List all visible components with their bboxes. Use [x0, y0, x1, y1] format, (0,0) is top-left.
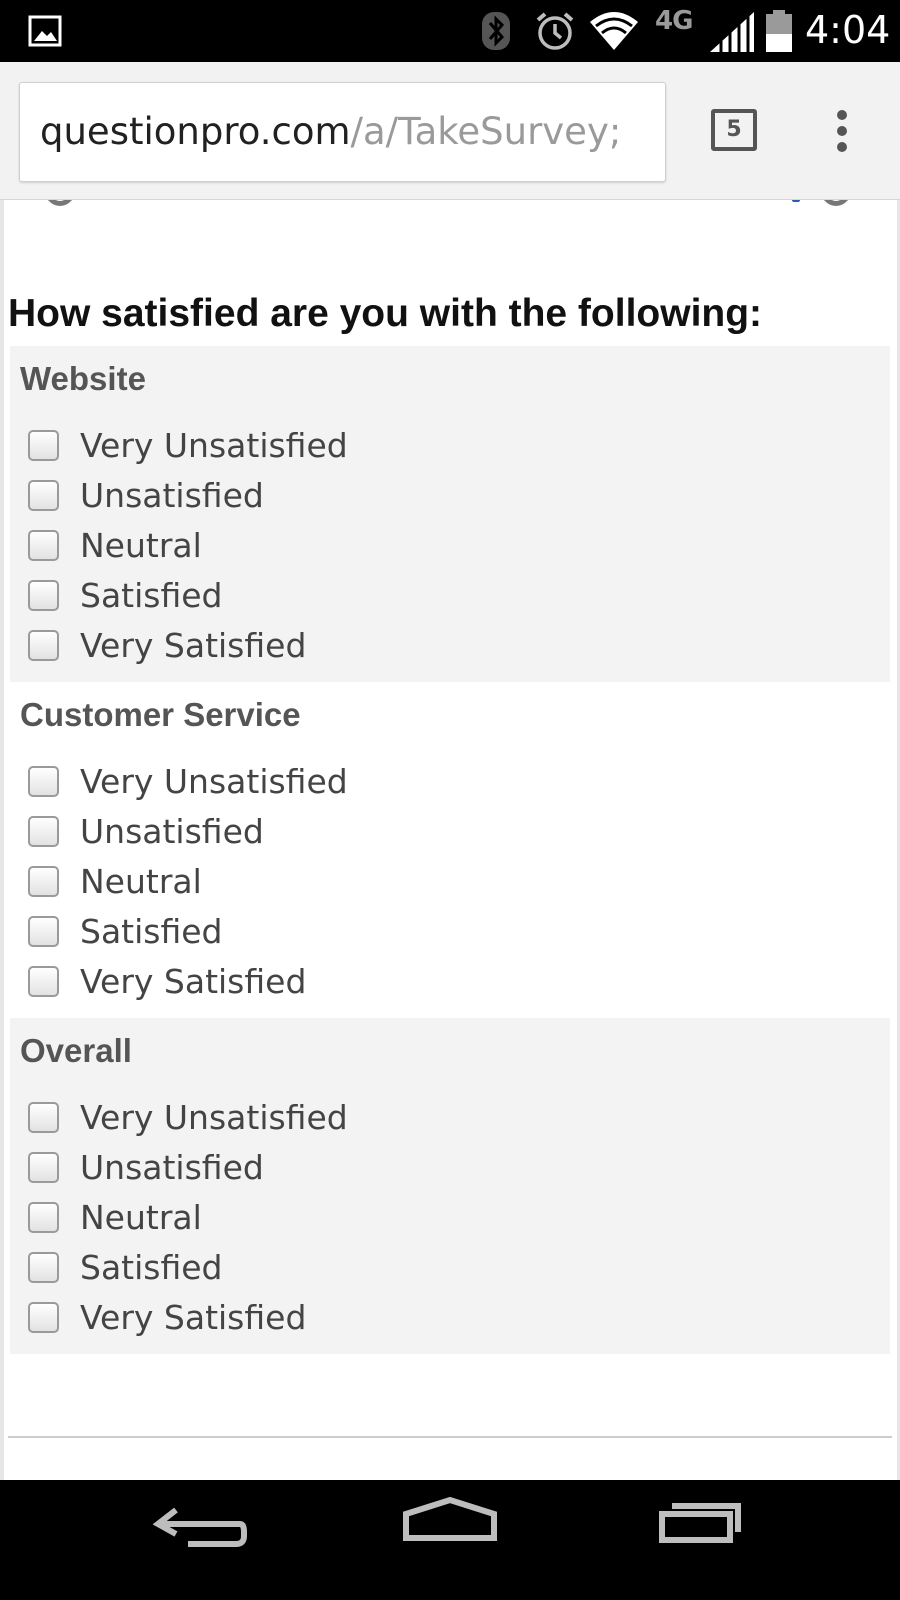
checkbox[interactable] [28, 916, 59, 947]
checkbox[interactable] [28, 1152, 59, 1183]
option-label[interactable]: Neutral [80, 1196, 202, 1240]
option-very-satisfied[interactable]: Very Satisfied [28, 1296, 528, 1340]
checkbox[interactable] [28, 630, 59, 661]
signal-icon [710, 12, 754, 52]
link-fragment [792, 200, 800, 202]
checkbox[interactable] [28, 1302, 59, 1333]
option-label[interactable]: Unsatisfied [80, 474, 264, 518]
alarm-icon [536, 12, 574, 50]
page-left-edge [0, 200, 4, 1480]
option-label[interactable]: Unsatisfied [80, 810, 264, 854]
url-domain: questionpro.com [40, 110, 351, 153]
url-text: questionpro.com/a/TakeSurvey; [40, 109, 621, 155]
wifi-icon [590, 12, 638, 50]
group-label: Website [20, 360, 146, 397]
checkbox[interactable] [28, 966, 59, 997]
browser-toolbar: questionpro.com/a/TakeSurvey; 5 [0, 62, 900, 200]
recents-button[interactable] [620, 1480, 780, 1600]
next-page-control[interactable] [820, 200, 852, 206]
group-label: Overall [20, 1032, 132, 1069]
address-bar[interactable]: questionpro.com/a/TakeSurvey; [19, 82, 666, 182]
survey-page: How satisfied are you with the following… [0, 200, 900, 1480]
option-satisfied[interactable]: Satisfied [28, 910, 528, 954]
option-very-satisfied[interactable]: Very Satisfied [28, 960, 528, 1004]
option-label[interactable]: Satisfied [80, 910, 223, 954]
status-bar: 4G 4:04 [0, 0, 900, 62]
option-very-unsatisfied[interactable]: Very Unsatisfied [28, 1096, 528, 1140]
checkbox[interactable] [28, 530, 59, 561]
option-label[interactable]: Neutral [80, 524, 202, 568]
checkbox[interactable] [28, 480, 59, 511]
checkbox[interactable] [28, 430, 59, 461]
option-neutral[interactable]: Neutral [28, 1196, 528, 1240]
option-label[interactable]: Satisfied [80, 574, 223, 618]
option-very-unsatisfied[interactable]: Very Unsatisfied [28, 424, 528, 468]
option-label[interactable]: Very Unsatisfied [80, 1096, 348, 1140]
overflow-menu-icon[interactable] [826, 110, 858, 154]
option-very-unsatisfied[interactable]: Very Unsatisfied [28, 760, 528, 804]
option-label[interactable]: Very Unsatisfied [80, 424, 348, 468]
question-title: How satisfied are you with the following… [8, 292, 763, 335]
system-nav-bar [0, 1480, 900, 1600]
option-label[interactable]: Satisfied [80, 1246, 223, 1290]
option-unsatisfied[interactable]: Unsatisfied [28, 474, 528, 518]
checkbox[interactable] [28, 1202, 59, 1233]
option-satisfied[interactable]: Satisfied [28, 1246, 528, 1290]
option-label[interactable]: Very Satisfied [80, 960, 306, 1004]
question-group-customer-service: Customer Service Very Unsatisfied Unsati… [10, 682, 890, 1018]
home-icon [403, 1496, 497, 1541]
checkbox[interactable] [28, 1252, 59, 1283]
network-type-label: 4G [655, 6, 693, 36]
battery-icon [766, 10, 792, 52]
back-icon [152, 1507, 247, 1547]
option-label[interactable]: Very Satisfied [80, 624, 306, 668]
question-group-website: Website Very Unsatisfied Unsatisfied Neu… [10, 346, 890, 682]
option-unsatisfied[interactable]: Unsatisfied [28, 1146, 528, 1190]
recents-icon [659, 1503, 741, 1543]
back-button[interactable] [120, 1480, 280, 1600]
checkbox[interactable] [28, 766, 59, 797]
home-button[interactable] [370, 1480, 530, 1600]
option-satisfied[interactable]: Satisfied [28, 574, 528, 618]
gallery-icon [28, 15, 62, 47]
tab-switcher-button[interactable]: 5 [711, 109, 757, 151]
option-unsatisfied[interactable]: Unsatisfied [28, 810, 528, 854]
bluetooth-icon [482, 12, 510, 50]
option-label[interactable]: Very Satisfied [80, 1296, 306, 1340]
url-path: /a/TakeSurvey; [350, 110, 622, 153]
checkbox[interactable] [28, 866, 59, 897]
checkbox[interactable] [28, 1102, 59, 1133]
checkbox[interactable] [28, 816, 59, 847]
option-label[interactable]: Unsatisfied [80, 1146, 264, 1190]
option-neutral[interactable]: Neutral [28, 524, 528, 568]
option-label[interactable]: Neutral [80, 860, 202, 904]
option-label[interactable]: Very Unsatisfied [80, 760, 348, 804]
group-label: Customer Service [20, 696, 301, 733]
checkbox[interactable] [28, 580, 59, 611]
option-very-satisfied[interactable]: Very Satisfied [28, 624, 528, 668]
section-divider [8, 1436, 892, 1438]
status-time: 4:04 [805, 8, 891, 52]
previous-page-control[interactable] [44, 200, 76, 206]
question-group-overall: Overall Very Unsatisfied Unsatisfied Neu… [10, 1018, 890, 1354]
option-neutral[interactable]: Neutral [28, 860, 528, 904]
